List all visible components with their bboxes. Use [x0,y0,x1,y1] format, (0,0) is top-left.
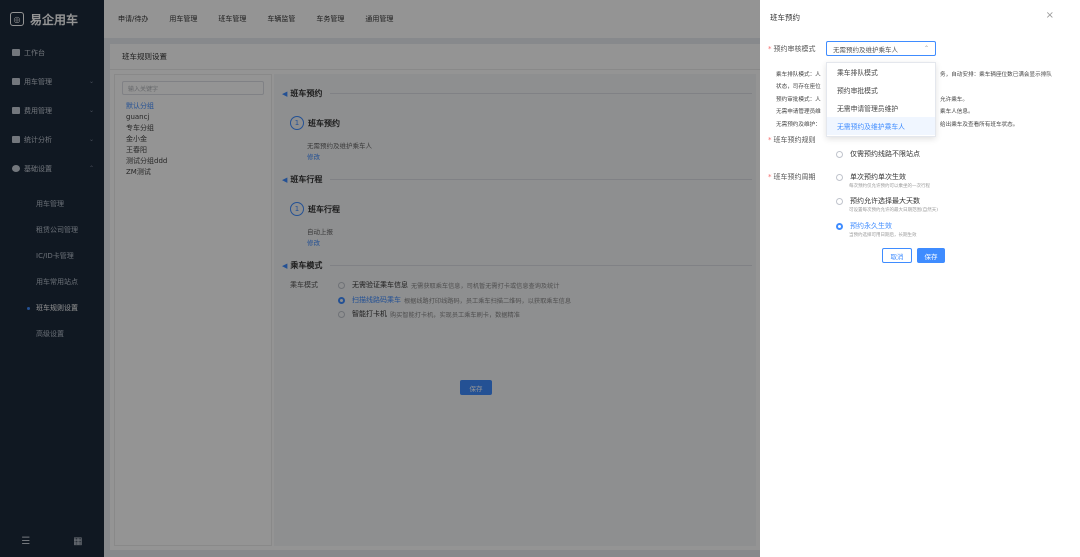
option-title: 预约永久生效 [850,222,892,230]
booking-rule-label: * 班车预约规则 [768,135,816,145]
desc-line-right: 务，自动安排：乘车辆座位数已满会显示排队 [940,72,1052,78]
required-asterisk: * [768,173,772,181]
desc-line: 无需预约及维护： [776,122,821,128]
option-sub: 当预约选择可用日期后，长期生效 [849,233,917,238]
close-icon[interactable]: × [1046,10,1054,21]
drawer-title: 班车预约 [770,13,800,22]
review-mode-label: * 预约审核模式 [768,44,816,54]
review-mode-select[interactable]: 无需预约及维护乘车人 ⌃ [826,41,936,56]
option-title: 仅需预约线路不限站点 [850,150,920,158]
modal-mask[interactable] [0,0,760,557]
label-text: 班车预约规则 [773,136,816,144]
booking-drawer: 班车预约 × * 预约审核模式 无需预约及维护乘车人 ⌃ 乘车排队模式：人 状态，… [760,0,1080,557]
period-option-max-days[interactable]: 预约允许选择最大天数 [836,196,920,206]
desc-line-right: 乘车人信息。 [940,109,974,115]
radio-selected-icon[interactable] [836,222,843,230]
required-asterisk: * [768,45,772,53]
rule-option-route-only[interactable]: 仅需预约线路不限站点 [836,149,920,159]
desc-line-right: 给出乘车及查看所有班车状态。 [940,122,1019,128]
option-sub: 可设置每次预约允许的最大日期范围(自然天) [849,208,939,213]
review-mode-dropdown: 乘车排队模式 预约审批模式 无需申请管理员维护 无需预约及维护乘车人 [826,62,936,137]
desc-line: 预约审批模式：人 [776,97,821,103]
label-text: 预约审核模式 [773,45,816,53]
dropdown-option[interactable]: 预约审批模式 [827,81,935,99]
booking-period-label: * 班车预约周期 [768,172,816,182]
label-text: 班车预约周期 [773,173,816,181]
radio-icon[interactable] [836,150,843,158]
period-option-permanent[interactable]: 预约永久生效 [836,221,892,231]
dropdown-option[interactable]: 乘车排队模式 [827,63,935,81]
desc-line: 无需申请管理员维 [776,109,821,115]
option-title: 预约允许选择最大天数 [850,197,920,205]
dropdown-option[interactable]: 无需申请管理员维护 [827,99,935,117]
radio-icon[interactable] [836,173,843,181]
cancel-button[interactable]: 取消 [882,248,912,263]
desc-line: 乘车排队模式：人 [776,72,821,78]
option-title: 单次预约单次生效 [850,173,906,181]
select-value: 无需预约及维护乘车人 [833,45,898,54]
option-sub: 每次预约仅允许预约可以乘坐的一次行程 [849,184,930,189]
desc-line: 状态，司存在座位 [776,84,821,90]
radio-icon[interactable] [836,197,843,205]
required-asterisk: * [768,136,772,144]
desc-line-right: 允许乘车。 [940,97,968,103]
dropdown-option-selected[interactable]: 无需预约及维护乘车人 [827,117,935,135]
save-button[interactable]: 保存 [917,248,945,263]
period-option-single[interactable]: 单次预约单次生效 [836,172,906,182]
chevron-up-icon: ⌃ [923,45,929,52]
